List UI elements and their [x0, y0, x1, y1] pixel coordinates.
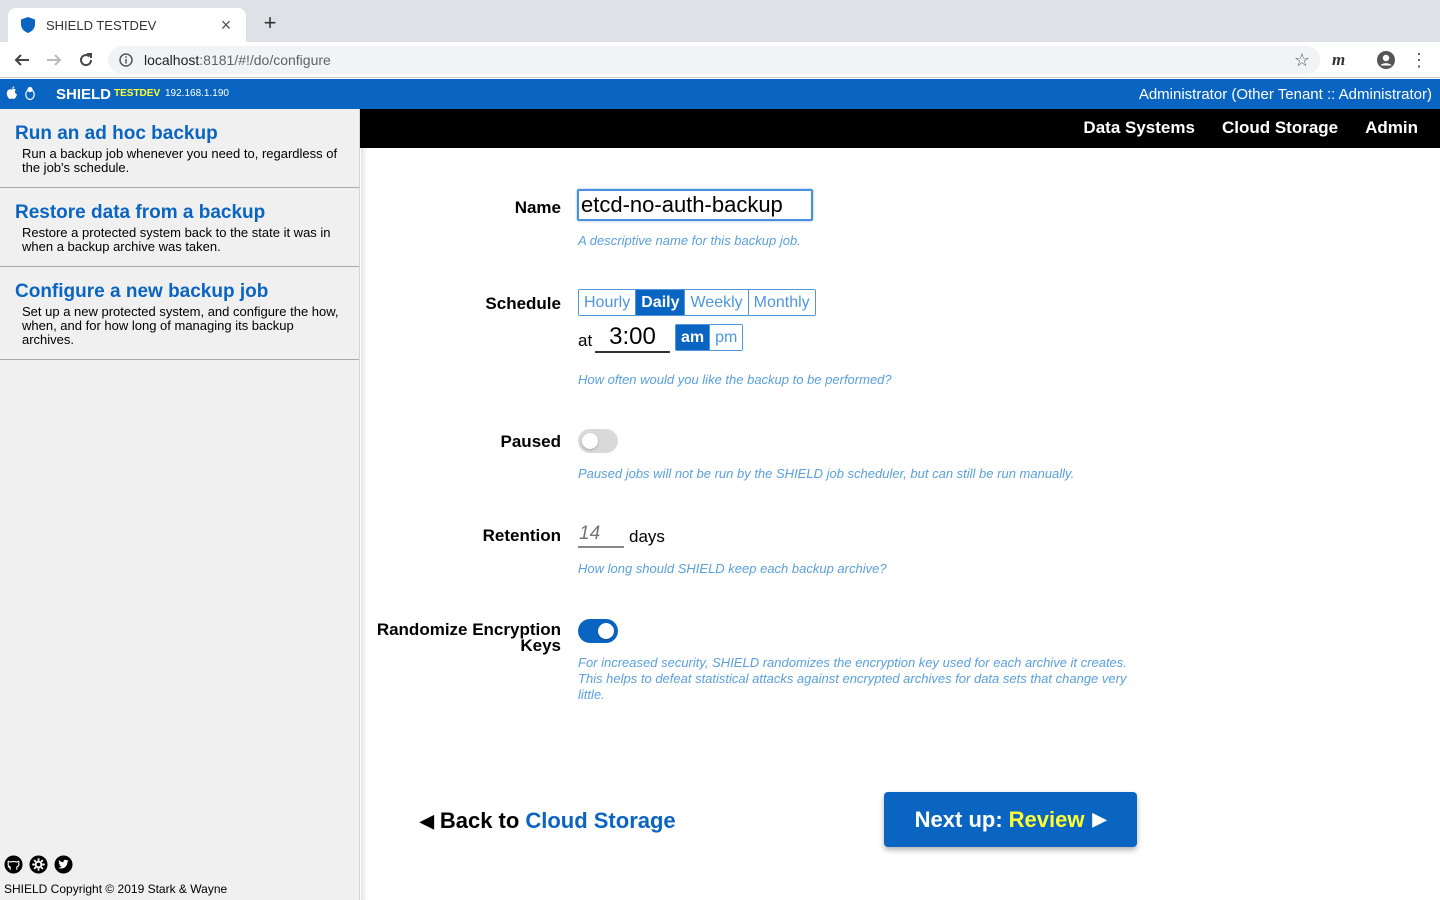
- github-icon[interactable]: [4, 855, 23, 879]
- star-icon[interactable]: ☆: [1294, 51, 1310, 69]
- sidebar-item-desc: Run a backup job whenever you need to, r…: [22, 146, 338, 175]
- randomize-help-line1: For increased security, SHIELD randomize…: [578, 655, 1127, 670]
- os-icons: [6, 86, 36, 105]
- social-links: [4, 855, 227, 879]
- new-tab-button[interactable]: +: [258, 12, 282, 36]
- sidebar: Run an ad hoc backup Run a backup job wh…: [0, 109, 360, 900]
- schedule-frequency: Hourly Daily Weekly Monthly: [578, 289, 816, 316]
- sidebar-item-title[interactable]: Configure a new backup job: [15, 281, 343, 303]
- profile-icon[interactable]: [1376, 50, 1396, 70]
- configure-form: Name A descriptive name for this backup …: [361, 148, 1440, 900]
- randomize-toggle[interactable]: [578, 619, 618, 643]
- randomize-help: For increased security, SHIELD randomize…: [578, 655, 1127, 703]
- randomize-help-line2: This helps to defeat statistical attacks…: [578, 671, 1127, 686]
- browser-toolbar: localhost:8181/#!/do/configure ☆ m ⋮: [0, 42, 1440, 78]
- retention-unit: days: [629, 527, 665, 546]
- randomize-help-line3: little.: [578, 687, 605, 702]
- url-host: localhost: [144, 52, 200, 68]
- toggle-knob: [582, 433, 598, 449]
- top-nav: Data Systems Cloud Storage Admin: [360, 109, 1440, 148]
- nav-cloud-storage[interactable]: Cloud Storage: [1222, 118, 1338, 138]
- address-bar[interactable]: localhost:8181/#!/do/configure ☆: [108, 46, 1320, 74]
- next-target: Review: [1008, 806, 1085, 832]
- randomize-label-line2: Keys: [520, 636, 561, 655]
- schedule-daily[interactable]: Daily: [636, 290, 686, 315]
- app-header: SHIELD TESTDEV 192.168.1.190 Administrat…: [0, 79, 1440, 109]
- tab-title: SHIELD TESTDEV: [46, 17, 157, 33]
- browser-tab[interactable]: SHIELD TESTDEV ×: [8, 8, 246, 42]
- sidebar-item-restore[interactable]: Restore data from a backup Restore a pro…: [0, 188, 359, 267]
- name-input[interactable]: [577, 189, 813, 221]
- close-icon[interactable]: ×: [218, 16, 234, 34]
- schedule-monthly[interactable]: Monthly: [748, 290, 815, 315]
- sidebar-footer: SHIELD Copyright © 2019 Stark & Wayne: [4, 855, 227, 896]
- url-text: localhost:8181/#!/do/configure: [144, 52, 331, 68]
- twitter-icon[interactable]: [54, 855, 73, 879]
- schedule-ampm: am pm: [675, 324, 744, 351]
- nav-admin[interactable]: Admin: [1365, 118, 1418, 138]
- back-target[interactable]: Cloud Storage: [525, 808, 675, 834]
- name-help: A descriptive name for this backup job.: [578, 233, 801, 248]
- menu-icon[interactable]: ⋮: [1410, 48, 1428, 72]
- paused-help: Paused jobs will not be run by the SHIEL…: [578, 466, 1075, 481]
- back-link[interactable]: ◀ Back to Cloud Storage: [420, 808, 676, 834]
- info-icon[interactable]: [118, 52, 134, 68]
- paused-toggle[interactable]: [578, 429, 618, 453]
- schedule-time-input[interactable]: [595, 322, 670, 353]
- url-path: :8181/#!/do/configure: [199, 52, 331, 68]
- paused-label: Paused: [500, 432, 561, 451]
- browser-tab-bar: SHIELD TESTDEV × +: [0, 0, 1440, 42]
- forward-arrow-icon[interactable]: [42, 48, 66, 72]
- gear-icon[interactable]: [29, 855, 48, 879]
- apple-icon: [6, 86, 18, 105]
- right-triangle-icon: ▶: [1092, 809, 1107, 829]
- retention-label: Retention: [482, 526, 561, 545]
- brand-name: SHIELD: [56, 86, 112, 103]
- sidebar-item-title[interactable]: Restore data from a backup: [15, 202, 343, 224]
- schedule-hourly[interactable]: Hourly: [579, 290, 637, 315]
- extension-icon[interactable]: m: [1332, 50, 1345, 70]
- sidebar-item-desc: Restore a protected system back to the s…: [22, 225, 331, 254]
- randomize-label: Randomize Encryption Keys: [377, 621, 561, 655]
- reload-icon[interactable]: [74, 48, 98, 72]
- copyright-text: SHIELD Copyright © 2019 Stark & Wayne: [4, 882, 228, 896]
- schedule-at-label: at: [578, 331, 593, 350]
- nav-data-systems[interactable]: Data Systems: [1083, 118, 1195, 138]
- back-arrow-icon[interactable]: [10, 48, 34, 72]
- schedule-pm[interactable]: pm: [710, 325, 743, 350]
- schedule-help: How often would you like the backup to b…: [578, 372, 892, 387]
- schedule-label: Schedule: [485, 294, 561, 313]
- shield-icon: [20, 17, 36, 33]
- next-button[interactable]: Next up: Review ▶: [884, 792, 1137, 847]
- retention-help: How long should SHIELD keep each backup …: [578, 561, 887, 576]
- sidebar-item-title[interactable]: Run an ad hoc backup: [15, 123, 343, 145]
- env-badge: TESTDEV: [114, 88, 161, 99]
- sidebar-item-adhoc-backup[interactable]: Run an ad hoc backup Run a backup job wh…: [0, 109, 359, 188]
- toggle-knob: [598, 623, 614, 639]
- retention-input[interactable]: [578, 522, 624, 548]
- linux-icon: [24, 86, 36, 105]
- sidebar-item-configure[interactable]: Configure a new backup job Set up a new …: [0, 267, 359, 360]
- schedule-am[interactable]: am: [676, 325, 711, 350]
- sidebar-item-desc: Set up a new protected system, and confi…: [22, 304, 339, 347]
- ip-address: 192.168.1.190: [165, 88, 229, 99]
- left-triangle-icon: ◀: [420, 810, 434, 831]
- schedule-weekly[interactable]: Weekly: [685, 290, 749, 315]
- name-label: Name: [514, 198, 561, 217]
- user-info[interactable]: Administrator (Other Tenant :: Administr…: [1139, 86, 1432, 103]
- next-prefix: Next up:: [914, 806, 1003, 832]
- back-prefix: Back to: [439, 808, 520, 833]
